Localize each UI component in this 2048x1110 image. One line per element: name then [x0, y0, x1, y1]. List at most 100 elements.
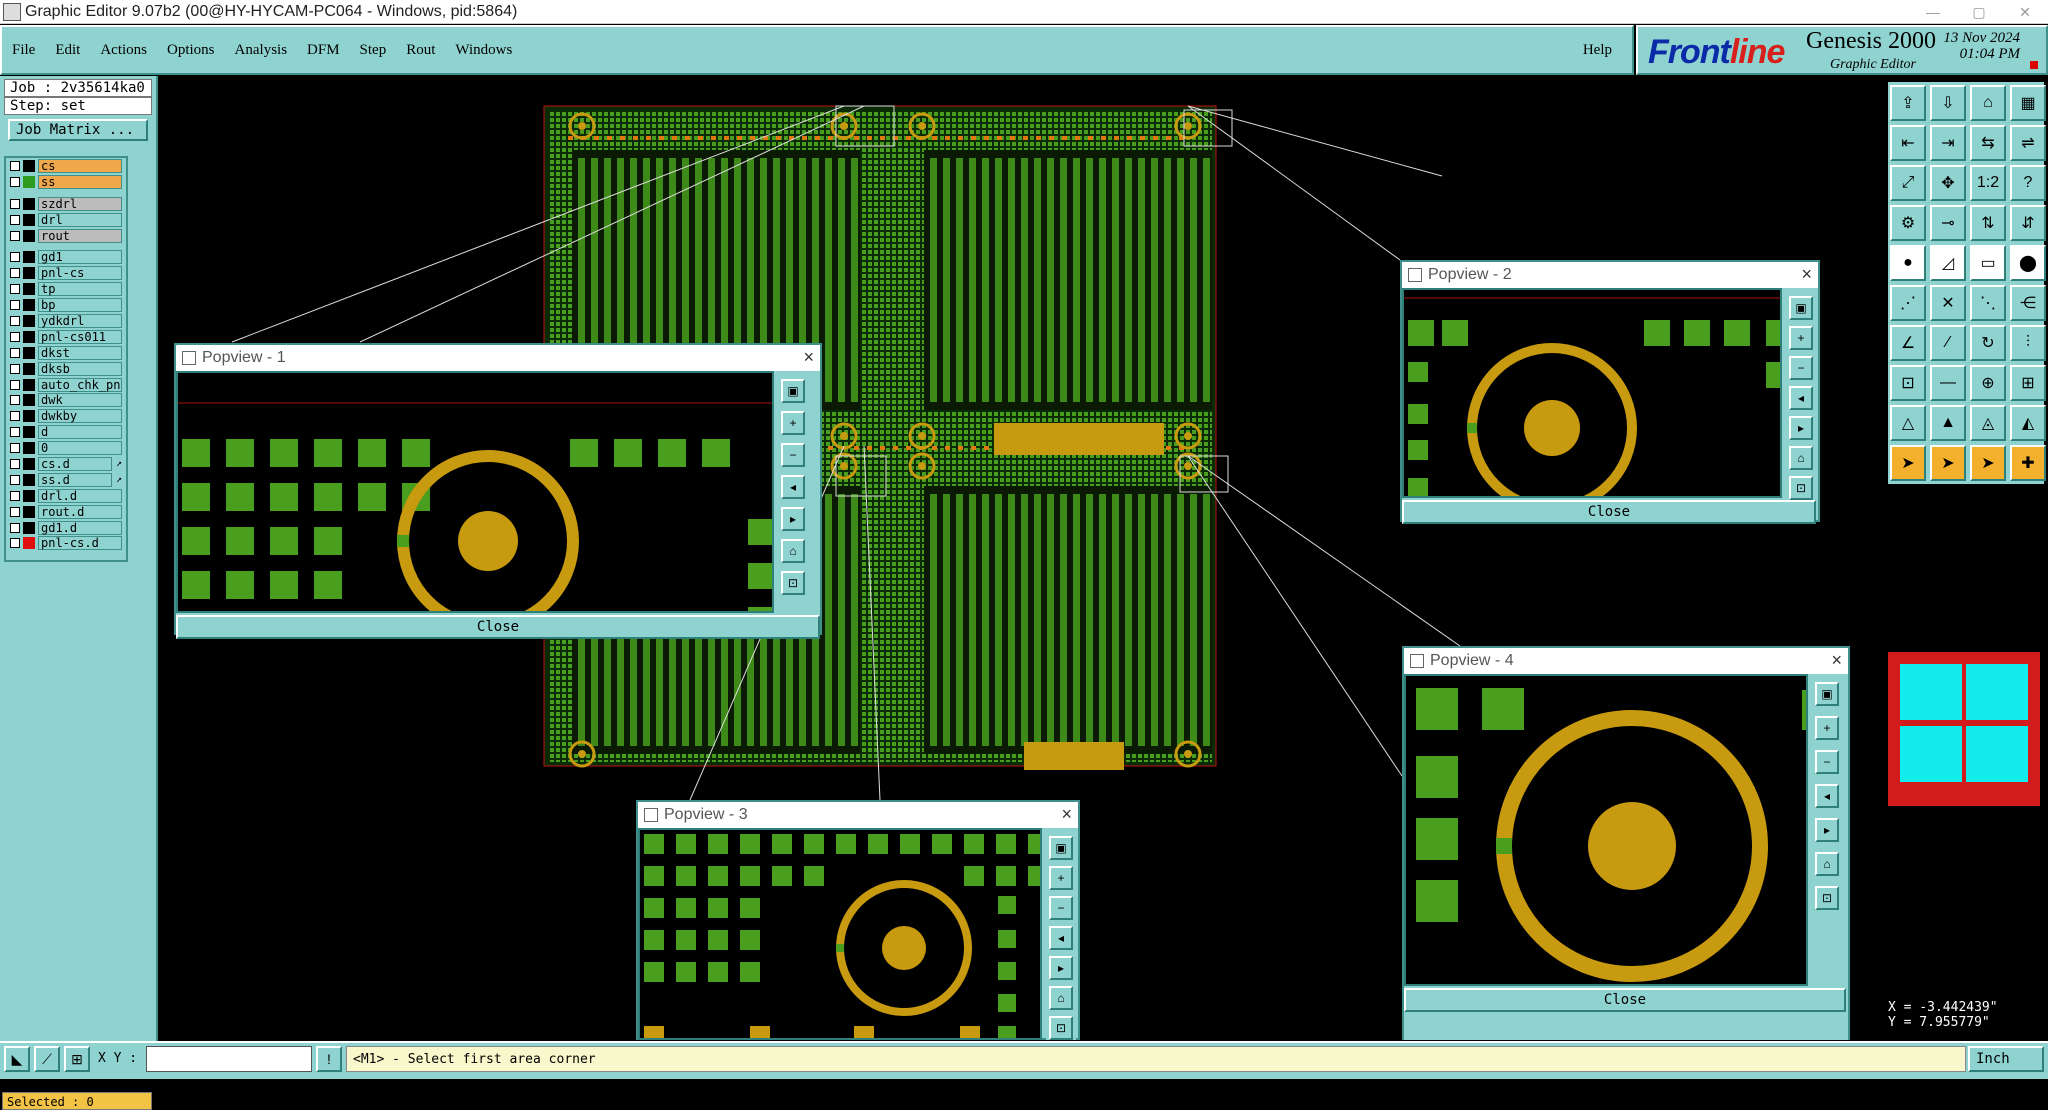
pan-left-icon[interactable]: ◂ — [1789, 386, 1813, 410]
layer-row[interactable]: rout.d — [6, 504, 126, 520]
maximize-button[interactable]: ▢ — [1956, 0, 2002, 24]
triangle-icon[interactable]: △ — [1890, 405, 1926, 441]
layer-name[interactable]: bp — [38, 298, 122, 313]
zoom-home-icon[interactable]: ⌂ — [781, 539, 805, 563]
pan-left-icon[interactable]: ◂ — [781, 475, 805, 499]
popview-close-button[interactable]: Close — [176, 615, 820, 639]
zoom-home-icon[interactable]: ⌂ — [1049, 986, 1073, 1010]
layer-checkbox[interactable] — [10, 347, 20, 358]
target-icon[interactable]: ⊕ — [1970, 365, 2006, 401]
layer-checkbox[interactable] — [10, 379, 20, 390]
layer-name[interactable]: rout — [38, 228, 122, 243]
pointer-2-icon[interactable]: ➤ — [1930, 445, 1966, 481]
pan-right-icon[interactable]: ▸ — [781, 507, 805, 531]
layer-row[interactable]: pnl-cs — [6, 265, 126, 281]
layer-row[interactable]: bp — [6, 297, 126, 313]
save-icon[interactable]: ⇩ — [1930, 85, 1966, 121]
arc-fill-icon[interactable]: ◭ — [2010, 405, 2046, 441]
layer-row[interactable]: 0 — [6, 440, 126, 456]
layer-checkbox[interactable] — [10, 411, 20, 422]
layer-checkbox[interactable] — [10, 427, 20, 438]
layer-name[interactable]: szdrl — [38, 196, 122, 211]
layer-name[interactable]: drl — [38, 212, 122, 227]
layer-name[interactable]: gd1 — [38, 250, 122, 265]
zoom-fit-icon[interactable]: ▣ — [781, 379, 805, 403]
layer-checkbox[interactable] — [10, 315, 20, 326]
layer-checkbox[interactable] — [10, 474, 20, 485]
layer-name[interactable]: ss.d — [38, 472, 112, 487]
zoom-window-icon[interactable]: ⊡ — [1049, 1016, 1073, 1040]
popview-close-icon[interactable]: × — [1801, 264, 1812, 285]
layer-name[interactable]: ss — [38, 174, 122, 189]
triangle-fill-icon[interactable]: ▲ — [1930, 405, 1966, 441]
pan-icon[interactable]: ✥ — [1930, 165, 1966, 201]
zoom-fit-icon[interactable]: ▣ — [1815, 682, 1839, 706]
help-icon[interactable]: ? — [2010, 165, 2046, 201]
layer-name[interactable]: dwkby — [38, 409, 122, 424]
menu-options[interactable]: Options — [157, 42, 225, 59]
zoom-fit-icon[interactable]: ⤢ — [1890, 165, 1926, 201]
layer-checkbox[interactable] — [10, 458, 20, 469]
probe-icon[interactable]: ⊸ — [1930, 205, 1966, 241]
popview-close-icon[interactable]: × — [1061, 804, 1072, 825]
grid-icon[interactable]: ⊞ — [64, 1046, 90, 1072]
layer-row[interactable]: tp — [6, 281, 126, 297]
layer-row[interactable]: dksb — [6, 361, 126, 377]
menu-edit[interactable]: Edit — [45, 42, 90, 59]
zoom-window-icon[interactable]: ⊡ — [781, 571, 805, 595]
layer-checkbox[interactable] — [10, 284, 20, 295]
layer-checkbox[interactable] — [10, 176, 20, 187]
rotate-icon[interactable]: ↻ — [1970, 325, 2006, 361]
zoom-in-icon[interactable]: + — [1789, 326, 1813, 350]
layer-row[interactable]: dwkby — [6, 408, 126, 424]
scale-icon[interactable]: 1:2 — [1970, 165, 2006, 201]
layer-checkbox[interactable] — [10, 198, 20, 209]
popview-canvas[interactable] — [1402, 288, 1782, 498]
pan-left-icon[interactable]: ◂ — [1815, 784, 1839, 808]
layer-row[interactable]: drl.d — [6, 488, 126, 504]
layer-row[interactable]: rout — [6, 228, 126, 244]
zoom-home-icon[interactable]: ⌂ — [1815, 852, 1839, 876]
zoom-fit-icon[interactable]: ▣ — [1049, 836, 1073, 860]
zoom-in-icon[interactable]: + — [1049, 866, 1073, 890]
align-icon[interactable]: ⇵ — [2010, 205, 2046, 241]
menu-actions[interactable]: Actions — [90, 42, 157, 59]
graphic-canvas[interactable]: Popview - 1 × ▣ + − ◂ ▸ ⌂ ⊡ Close Popview - 2 × … — [160, 76, 1884, 1040]
connect-icon[interactable]: ⋲ — [2010, 285, 2046, 321]
layer-checkbox[interactable] — [10, 490, 20, 501]
layer-row[interactable]: drl — [6, 212, 126, 228]
layer-row[interactable]: szdrl — [6, 196, 126, 212]
swap-icon[interactable]: ⇆ — [1970, 125, 2006, 161]
export-icon[interactable]: ⇥ — [1930, 125, 1966, 161]
menu-step[interactable]: Step — [350, 42, 397, 59]
layer-checkbox[interactable] — [10, 214, 20, 225]
layer-row[interactable]: cs.d ↗ — [6, 456, 126, 472]
layer-name[interactable]: tp — [38, 282, 122, 297]
pointer-icon[interactable]: ➤ — [1890, 445, 1926, 481]
minimize-button[interactable]: — — [1910, 0, 1956, 24]
zoom-fit-icon[interactable]: ▣ — [1789, 296, 1813, 320]
cross-icon[interactable]: ✚ — [2010, 445, 2046, 481]
window-close-button[interactable]: ✕ — [2002, 0, 2048, 24]
open-icon[interactable]: ⇪ — [1890, 85, 1926, 121]
layer-name[interactable]: pnl-cs — [38, 266, 122, 281]
layer-name[interactable]: drl.d — [38, 488, 122, 503]
layer-checkbox[interactable] — [10, 506, 20, 517]
popview-close-button[interactable]: Close — [1404, 988, 1846, 1012]
layer-row[interactable]: gd1 — [6, 249, 126, 265]
layer-checkbox[interactable] — [10, 443, 20, 454]
menu-rout[interactable]: Rout — [396, 42, 445, 59]
layer-checkbox[interactable] — [10, 395, 20, 406]
layer-checkbox[interactable] — [10, 331, 20, 342]
menu-dfm[interactable]: DFM — [297, 42, 350, 59]
link-icon[interactable]: ⋰ — [1890, 285, 1926, 321]
layer-name[interactable]: ydkdrl — [38, 313, 122, 328]
zoom-in-icon[interactable]: + — [1815, 716, 1839, 740]
pointer-3-icon[interactable]: ➤ — [1970, 445, 2006, 481]
layer-name[interactable]: dwk — [38, 393, 122, 408]
zoom-in-icon[interactable]: + — [781, 411, 805, 435]
layer-row[interactable]: ss — [6, 174, 126, 190]
zoom-window-icon[interactable]: ⊡ — [1789, 476, 1813, 500]
layer-name[interactable]: d — [38, 425, 122, 440]
popview-close-button[interactable]: Close — [1402, 500, 1816, 524]
